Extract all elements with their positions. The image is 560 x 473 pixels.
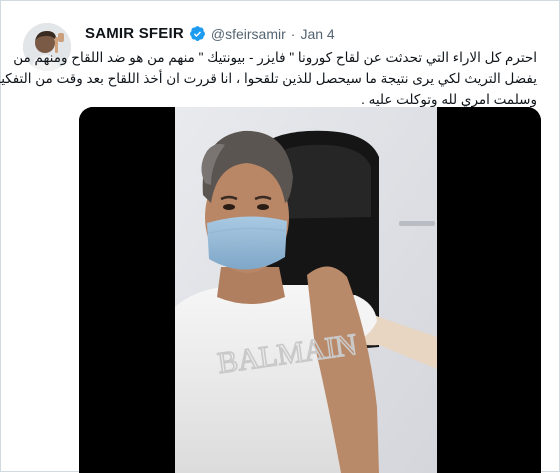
video-frame: BALMAIN (79, 107, 541, 473)
tweet-video[interactable]: BALMAIN (79, 107, 541, 473)
author-handle[interactable]: @sfeirsamir (211, 26, 286, 42)
tweet-text-line: يفضل التريث لكي يرى نتيجة ما سيحصل للذين… (0, 71, 537, 86)
author-name[interactable]: SAMIR SFEIR (85, 25, 184, 42)
tweet-text: احترم كل الاراء التي تحدثت عن لقاح كورون… (0, 47, 537, 110)
tweet-text-line: احترم كل الاراء التي تحدثت عن لقاح كورون… (13, 50, 537, 65)
tweet-header: SAMIR SFEIR @sfeirsamir · Jan 4 (85, 25, 335, 42)
tweet-date[interactable]: Jan 4 (300, 26, 334, 42)
tweet-card[interactable]: SAMIR SFEIR @sfeirsamir · Jan 4 احترم كل… (0, 0, 560, 473)
separator-dot: · (290, 25, 296, 42)
verified-badge-icon (189, 25, 206, 42)
